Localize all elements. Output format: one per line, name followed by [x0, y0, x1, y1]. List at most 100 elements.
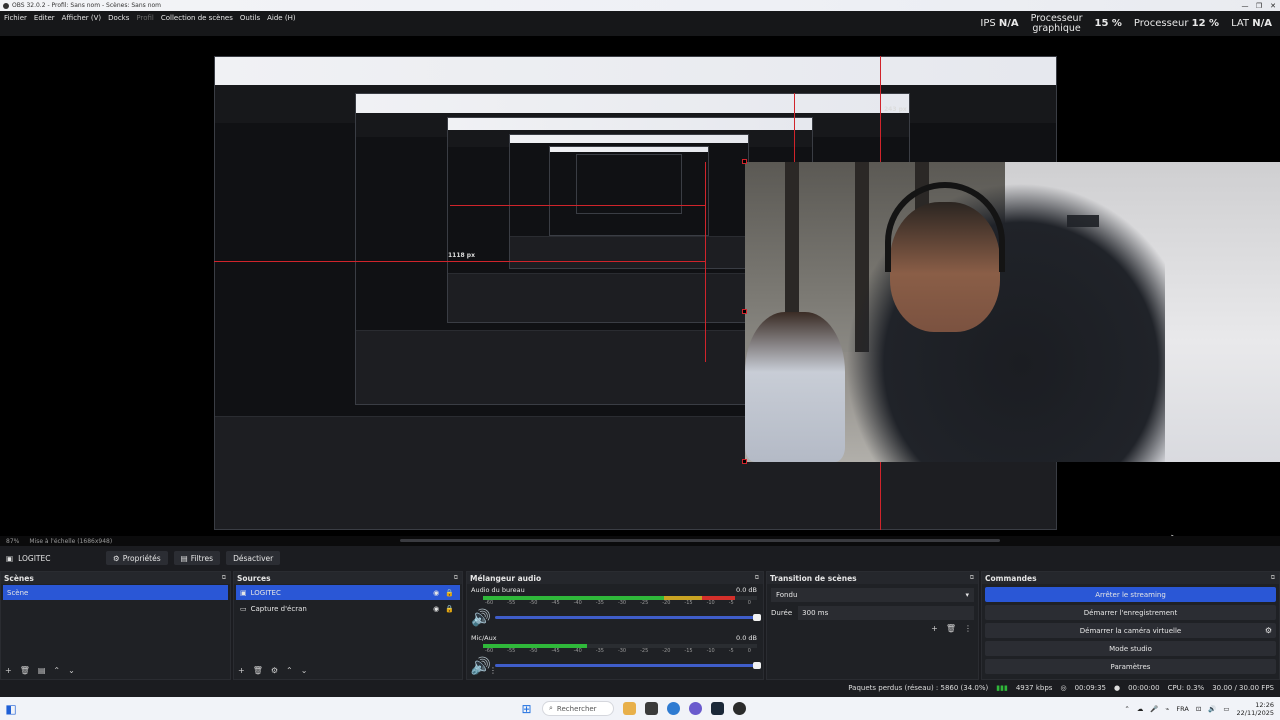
controls-title: Commandes — [985, 573, 1037, 583]
volume-meter — [483, 596, 757, 600]
add-icon[interactable]: + — [5, 666, 12, 675]
undock-icon[interactable]: ⧉ — [454, 574, 458, 582]
widgets-icon[interactable]: ◧ — [0, 697, 22, 720]
network-icon[interactable]: ⊡ — [1196, 705, 1201, 713]
undock-icon[interactable]: ⧉ — [1271, 574, 1275, 582]
move-up-icon[interactable]: ⌃ — [53, 666, 60, 675]
obs-taskbar-icon[interactable] — [733, 702, 746, 715]
selection-handle[interactable] — [742, 459, 747, 464]
task-view-icon[interactable] — [645, 702, 658, 715]
gear-icon[interactable]: ⚙ — [271, 666, 278, 675]
properties-label: Propriétés — [122, 553, 161, 563]
preview-area[interactable]: 1118 px 243 px ➤ — [0, 36, 1280, 536]
battery-icon[interactable]: ▭ — [1223, 705, 1229, 713]
lock-icon[interactable]: 🔒 — [445, 605, 454, 613]
eye-icon[interactable]: ◉ — [433, 605, 439, 613]
close-button[interactable]: ✕ — [1266, 0, 1280, 11]
volume-slider[interactable] — [494, 614, 761, 621]
meter-tick-label: -15 — [684, 648, 693, 654]
link-icon[interactable]: 🔗 — [471, 666, 481, 675]
transition-select[interactable]: Fondu ▾ — [771, 588, 974, 602]
source-item-screen-capture[interactable]: ▭ Capture d'écran ◉ 🔒 — [236, 601, 460, 616]
webcam-source[interactable] — [745, 162, 1280, 462]
lock-icon[interactable]: 🔒 — [445, 589, 454, 597]
lang-indicator[interactable]: FRA — [1176, 705, 1188, 713]
slider-knob[interactable] — [753, 662, 761, 669]
windows-start-icon[interactable]: ⊞ — [520, 702, 533, 716]
minimize-button[interactable]: — — [1238, 0, 1252, 11]
measure-line-h2 — [450, 205, 705, 206]
filter-icon[interactable]: ▤ — [38, 666, 46, 675]
move-down-icon[interactable]: ⌄ — [68, 666, 75, 675]
channel-header: Audio du bureau 0.0 dB — [471, 586, 757, 594]
more-icon[interactable]: ⋮ — [489, 666, 497, 675]
fruit-app-icon[interactable] — [623, 702, 636, 715]
duration-input[interactable]: 300 ms — [798, 606, 974, 620]
meter-tick-label: -10 — [706, 648, 715, 654]
browser-icon[interactable] — [689, 702, 702, 715]
source-item-label: LOGITEC — [250, 588, 281, 597]
menu-profile[interactable]: Profil — [136, 14, 153, 22]
start-recording-button[interactable]: Démarrer l'enregistrement — [985, 605, 1276, 620]
add-icon[interactable]: + — [238, 666, 245, 675]
move-down-icon[interactable]: ⌄ — [301, 666, 308, 675]
preview-scrollbar[interactable] — [400, 539, 1000, 542]
settings-button[interactable]: Paramètres — [985, 659, 1276, 674]
properties-button[interactable]: ⚙ Propriétés — [106, 551, 168, 565]
meter-tick-label: -25 — [640, 648, 649, 654]
menu-view[interactable]: Afficher (V) — [62, 14, 102, 22]
menu-edit[interactable]: Editer — [34, 14, 55, 22]
selection-handle[interactable] — [742, 159, 747, 164]
deactivate-button[interactable]: Désactiver — [226, 551, 281, 565]
undock-icon[interactable]: ⧉ — [970, 574, 974, 582]
volume-icon[interactable]: 🔊 — [1208, 705, 1216, 713]
cloud-icon[interactable]: ☁ — [1137, 705, 1144, 713]
zoom-level[interactable]: 87% — [6, 538, 19, 545]
scene-item-label: Scène — [7, 588, 29, 597]
gear-icon[interactable]: ⚙ — [1265, 626, 1272, 635]
trash-icon[interactable]: 🗑 — [253, 666, 263, 675]
gpu-label: Processeur graphique — [1031, 13, 1083, 34]
studio-mode-button[interactable]: Mode studio — [985, 641, 1276, 656]
filters-button[interactable]: ▤ Filtres — [173, 551, 221, 565]
nested-titlebar — [356, 94, 909, 113]
undock-icon[interactable]: ⧉ — [222, 574, 226, 582]
menu-file[interactable]: Fichier — [4, 14, 27, 22]
start-virtual-camera-button[interactable]: Démarrer la caméra virtuelle ⚙ — [985, 623, 1276, 638]
mic-icon[interactable]: 🎤 — [1150, 705, 1158, 713]
menu-scene-collection[interactable]: Collection de scènes — [161, 14, 233, 22]
taskbar-search[interactable]: ⌕ Rechercher — [542, 701, 614, 716]
move-up-icon[interactable]: ⌃ — [286, 666, 293, 675]
more-icon[interactable]: ⋮ — [964, 624, 972, 633]
volume-slider[interactable] — [494, 662, 761, 669]
menu-tools[interactable]: Outils — [240, 14, 260, 22]
transitions-dock: Transition de scènes ⧉ Fondu ▾ Durée 300… — [766, 571, 979, 680]
stop-streaming-button[interactable]: Arrêter le streaming — [985, 587, 1276, 602]
meter-red — [702, 596, 736, 600]
trash-icon[interactable]: 🗑 — [20, 666, 30, 675]
source-item-logitec[interactable]: ▣ LOGITEC ◉ 🔒 — [236, 585, 460, 600]
undock-icon[interactable]: ⧉ — [755, 574, 759, 582]
meter-tick-label: -60 — [485, 648, 494, 654]
scene-item[interactable]: Scène — [3, 585, 228, 600]
eye-icon[interactable]: ◉ — [433, 589, 439, 597]
trash-icon[interactable]: 🗑 — [946, 624, 956, 633]
chevron-up-icon[interactable]: ⌃ — [1124, 705, 1129, 713]
volume-meter — [483, 644, 757, 648]
maximize-button[interactable]: ❐ — [1252, 0, 1266, 11]
preview-status: 87% Mise à l'échelle (1686x948) — [0, 536, 1280, 546]
gpu-label-line2: graphique — [1032, 22, 1081, 34]
selection-handle[interactable] — [742, 309, 747, 314]
transitions-title: Transition de scènes — [770, 573, 857, 583]
channel-name: Mic/Aux — [471, 634, 497, 642]
speaker-icon[interactable]: 🔊 — [471, 608, 491, 627]
menu-docks[interactable]: Docks — [108, 14, 129, 22]
add-icon[interactable]: + — [931, 624, 938, 633]
clock[interactable]: 12:26 22/11/2025 — [1237, 701, 1274, 717]
menu-help[interactable]: Aide (H) — [267, 14, 295, 22]
chrome-icon[interactable] — [667, 702, 680, 715]
usb-icon[interactable]: ⌁ — [1165, 705, 1169, 713]
meter-green — [483, 596, 664, 600]
slider-knob[interactable] — [753, 614, 761, 621]
steam-icon[interactable] — [711, 702, 724, 715]
